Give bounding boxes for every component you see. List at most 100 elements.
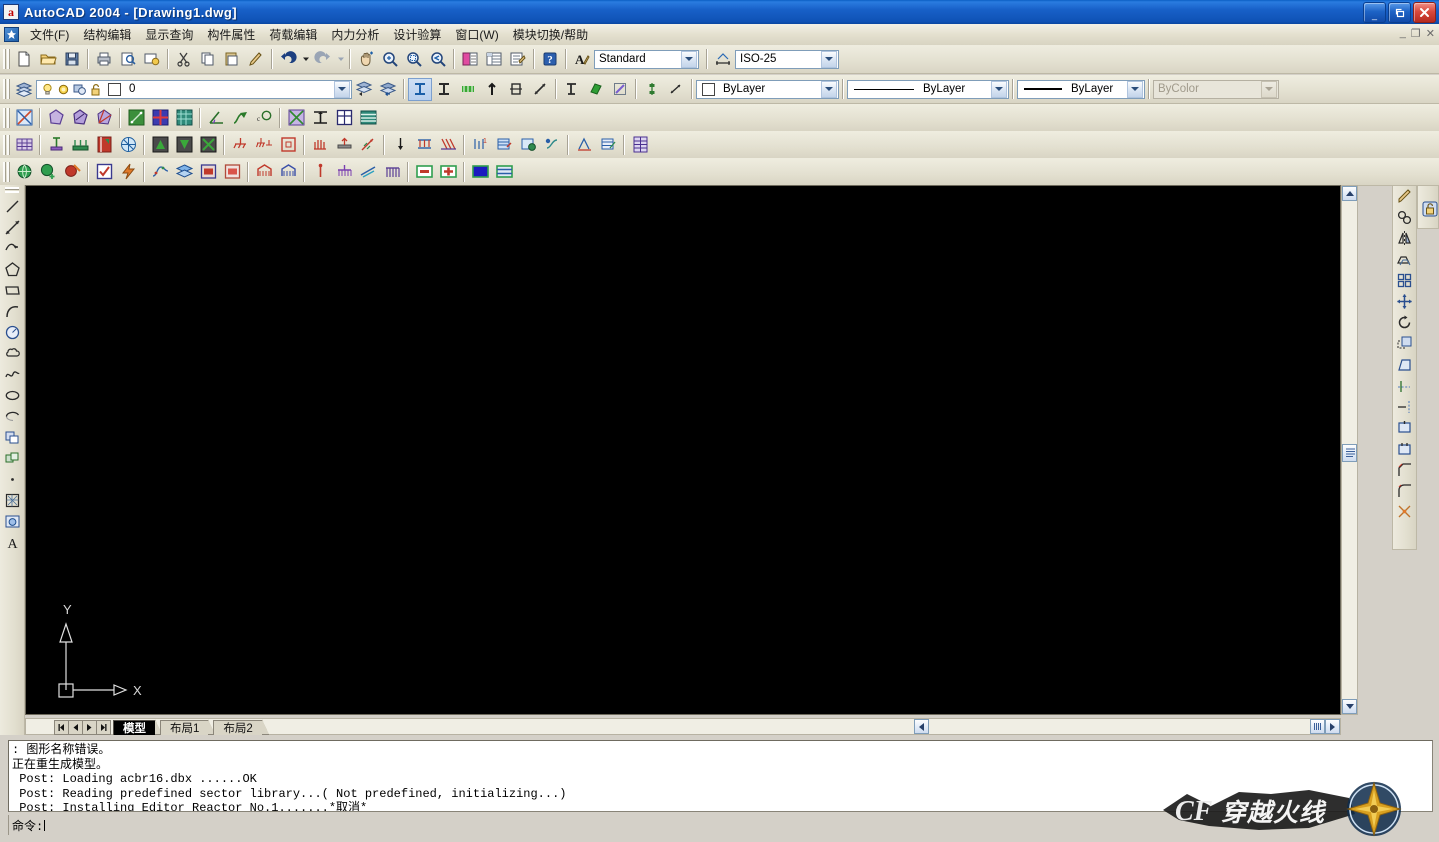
arrow-node-icon[interactable] — [228, 106, 252, 129]
construction-line-icon[interactable] — [1, 217, 23, 238]
layer-properties-manager-icon[interactable] — [12, 78, 36, 101]
menu-file[interactable]: 文件(F) — [23, 24, 76, 45]
minus-green-icon[interactable] — [412, 160, 436, 183]
point-icon[interactable] — [1, 469, 23, 490]
mdi-close-button[interactable]: ✕ — [1426, 27, 1435, 40]
circle-icon[interactable] — [1, 322, 23, 343]
cut-icon[interactable] — [172, 48, 196, 71]
pile-icon[interactable] — [308, 160, 332, 183]
support-group-icon[interactable] — [252, 133, 276, 156]
slab-icon[interactable] — [116, 133, 140, 156]
pile-group-icon[interactable] — [380, 160, 404, 183]
toolbar-grip[interactable] — [3, 107, 10, 128]
menu-load-edit[interactable]: 荷载编辑 — [262, 24, 324, 45]
explode-icon[interactable] — [1394, 501, 1416, 522]
menu-member-properties[interactable]: 构件属性 — [200, 24, 262, 45]
insert-block-icon[interactable] — [1, 427, 23, 448]
spline-icon[interactable] — [1, 364, 23, 385]
grid-arc-icon[interactable] — [68, 106, 92, 129]
command-input[interactable]: 命令: — [8, 815, 1433, 835]
delete-grid-icon[interactable] — [284, 106, 308, 129]
load-edit-3-icon[interactable] — [516, 133, 540, 156]
polygon-icon[interactable] — [1, 259, 23, 280]
stretch-icon[interactable] — [1394, 354, 1416, 375]
lineweight-combo[interactable]: ByLayer — [1017, 79, 1145, 99]
rotate-icon[interactable] — [1394, 312, 1416, 333]
text-style-combo[interactable]: Standard — [594, 49, 699, 69]
window-red-1-icon[interactable] — [196, 160, 220, 183]
mdi-minimize-button[interactable]: _ — [1400, 27, 1406, 40]
zoom-realtime-icon[interactable] — [378, 48, 402, 71]
beam-section-icon[interactable] — [308, 106, 332, 129]
text-style-icon[interactable]: A — [570, 48, 594, 71]
move-icon[interactable] — [1394, 291, 1416, 312]
menu-design-check[interactable]: 设计验算 — [386, 24, 448, 45]
copy-object-icon[interactable] — [1394, 207, 1416, 228]
rectangle-icon[interactable] — [1, 280, 23, 301]
foundation-icon[interactable] — [332, 160, 356, 183]
zoom-window-icon[interactable] — [402, 48, 426, 71]
chevron-down-icon[interactable] — [991, 80, 1007, 98]
scroll-up-button[interactable] — [1342, 186, 1357, 201]
arc-icon[interactable] — [1, 301, 23, 322]
drawing-canvas[interactable]: Y X — [25, 185, 1341, 715]
material-c-icon[interactable] — [196, 133, 220, 156]
line-icon[interactable] — [1, 196, 23, 217]
break-icon[interactable] — [1394, 438, 1416, 459]
snap-insert-icon[interactable] — [408, 77, 432, 101]
snap-parallel-icon[interactable] — [608, 78, 632, 101]
load-hand-icon[interactable] — [308, 133, 332, 156]
tool-palettes-icon[interactable] — [506, 48, 530, 71]
properties-icon[interactable] — [458, 48, 482, 71]
layers-blue-icon[interactable] — [172, 160, 196, 183]
publish-icon[interactable] — [140, 48, 164, 71]
make-block-icon[interactable] — [1, 448, 23, 469]
toolbar-grip[interactable] — [3, 161, 10, 182]
load-base-icon[interactable] — [332, 133, 356, 156]
wall-icon[interactable] — [92, 133, 116, 156]
material-b-icon[interactable] — [172, 133, 196, 156]
grid-polygon-icon[interactable] — [44, 106, 68, 129]
horizontal-scroll-thumb[interactable] — [1310, 719, 1325, 734]
slab-grid-icon[interactable] — [332, 106, 356, 129]
beam-icon[interactable] — [68, 133, 92, 156]
globe-delete-icon[interactable] — [60, 160, 84, 183]
vertical-scrollbar[interactable] — [1341, 185, 1358, 715]
chevron-down-icon[interactable] — [821, 80, 837, 98]
save-icon[interactable] — [60, 48, 84, 71]
circle-node-icon[interactable]: c — [252, 106, 276, 129]
floor-grid-icon[interactable] — [12, 133, 36, 156]
grid-mesh-icon[interactable] — [172, 106, 196, 129]
plus-green-icon[interactable] — [436, 160, 460, 183]
ellipse-icon[interactable] — [1, 385, 23, 406]
new-icon[interactable] — [12, 48, 36, 71]
grid-cross-icon[interactable] — [148, 106, 172, 129]
snap-node-icon[interactable] — [456, 78, 480, 101]
help-icon[interactable]: ? — [538, 48, 562, 71]
mirror-icon[interactable] — [1394, 228, 1416, 249]
next-tab-icon[interactable] — [82, 719, 97, 735]
layer-previous-icon[interactable] — [376, 78, 400, 101]
toolbar-grip[interactable] — [3, 79, 10, 99]
lightning-icon[interactable] — [116, 160, 140, 183]
extend-icon[interactable] — [1394, 396, 1416, 417]
roof-red-icon[interactable] — [252, 160, 276, 183]
hatch-icon[interactable] — [1, 490, 23, 511]
grid-fan-icon[interactable] — [92, 106, 116, 129]
chevron-down-icon[interactable] — [821, 50, 837, 68]
layer-combo[interactable]: 0 — [36, 79, 352, 99]
dimension-style-combo[interactable]: ISO-25 — [735, 49, 839, 69]
grid-orthogonal-icon[interactable] — [124, 106, 148, 129]
column-icon[interactable] — [44, 133, 68, 156]
first-tab-icon[interactable] — [54, 719, 69, 735]
snap-apparent-icon[interactable] — [584, 78, 608, 101]
menu-window[interactable]: 窗口(W) — [448, 24, 505, 45]
material-a-icon[interactable] — [148, 133, 172, 156]
menu-module-switch-help[interactable]: 模块切换/帮助 — [506, 24, 595, 45]
undo-dropdown-icon[interactable] — [300, 48, 311, 71]
scroll-right-button[interactable] — [1325, 719, 1340, 734]
prev-tab-icon[interactable] — [68, 719, 83, 735]
panel-stripe-icon[interactable] — [492, 160, 516, 183]
tab-layout2[interactable]: 布局2 — [213, 719, 270, 735]
toolbar-grip[interactable] — [5, 187, 19, 193]
